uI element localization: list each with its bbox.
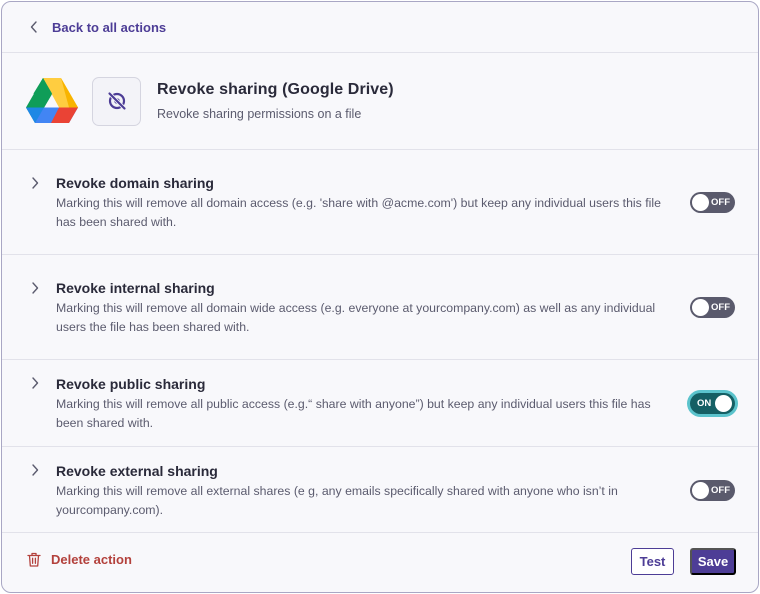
header-text: Revoke sharing (Google Drive) Revoke sha… [157,81,394,121]
option-description: Marking this will remove all domain acce… [56,196,661,229]
toggle-public-sharing[interactable]: ON [690,393,735,414]
chevron-right-icon[interactable] [31,377,39,389]
chevron-right-icon[interactable] [31,177,39,189]
toggle-knob [715,395,732,412]
toggle-knob [692,482,709,499]
toggle-knob [692,299,709,316]
delete-action-label: Delete action [51,552,132,567]
toggle-knob [692,194,709,211]
footer-bar: Delete action Test Save [2,532,758,592]
chevron-left-icon [30,21,37,33]
action-editor-panel: Back to all actions Revoke sharing (Goog… [1,1,759,593]
toggle-external-sharing[interactable]: OFF [690,480,735,501]
option-revoke-public-sharing: Revoke public sharing Marking this will … [2,360,758,447]
option-revoke-domain-sharing: Revoke domain sharing Marking this will … [2,150,758,255]
toggle-state-label: OFF [711,302,730,313]
option-revoke-external-sharing: Revoke external sharing Marking this wil… [2,447,758,533]
toggle-state-label: OFF [711,485,730,496]
option-description: Marking this will remove all public acce… [56,397,651,430]
action-icon-box [92,76,141,126]
chevron-right-icon[interactable] [31,464,39,476]
google-drive-icon [26,78,78,123]
save-button[interactable]: Save [690,548,736,575]
action-header: Revoke sharing (Google Drive) Revoke sha… [2,53,758,150]
toggle-state-label: ON [697,398,712,409]
option-title: Revoke public sharing [56,376,206,392]
eye-off-icon [107,91,126,111]
option-description: Marking this will remove all domain wide… [56,301,656,334]
page-title: Revoke sharing (Google Drive) [157,81,394,98]
option-title: Revoke external sharing [56,463,218,479]
toggle-domain-sharing[interactable]: OFF [690,192,735,213]
back-link-label: Back to all actions [52,19,167,35]
toggle-state-label: OFF [711,197,730,208]
option-revoke-internal-sharing: Revoke internal sharing Marking this wil… [2,255,758,360]
option-title: Revoke domain sharing [56,175,214,191]
trash-icon [27,552,41,567]
top-bar: Back to all actions [2,2,758,53]
toggle-internal-sharing[interactable]: OFF [690,297,735,318]
option-title: Revoke internal sharing [56,280,215,296]
option-description: Marking this will remove all external sh… [56,484,618,517]
test-button[interactable]: Test [631,548,674,575]
chevron-right-icon[interactable] [31,282,39,294]
delete-action-button[interactable]: Delete action [27,552,132,567]
page-subtitle: Revoke sharing permissions on a file [157,107,362,121]
back-to-actions-link[interactable]: Back to all actions [30,20,166,35]
